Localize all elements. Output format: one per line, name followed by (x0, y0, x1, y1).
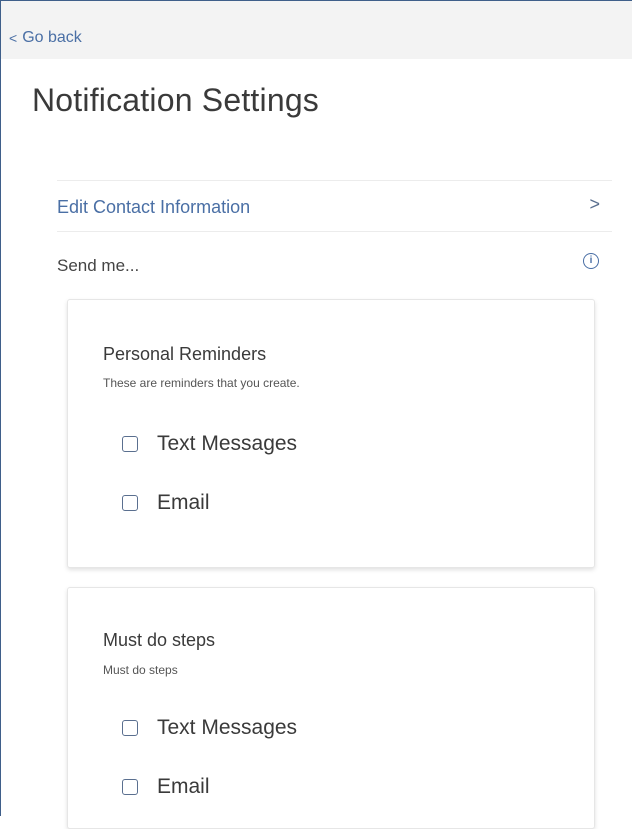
text-messages-option[interactable]: Text Messages (122, 432, 297, 456)
edit-contact-information-label: Edit Contact Information (57, 197, 251, 217)
card-description: Must do steps (103, 663, 178, 677)
send-me-label: Send me... (57, 256, 140, 275)
text-messages-option[interactable]: Text Messages (122, 716, 297, 740)
option-label: Email (157, 775, 210, 798)
chevron-left-icon: < (9, 30, 18, 46)
info-icon[interactable]: i (583, 253, 599, 269)
email-option[interactable]: Email (122, 775, 210, 799)
card-description: These are reminders that you create. (103, 376, 300, 390)
page-title: Notification Settings (32, 82, 320, 118)
option-label: Text Messages (157, 716, 298, 739)
text-messages-checkbox[interactable] (122, 436, 138, 452)
card-title: Personal Reminders (103, 344, 267, 364)
top-nav-bar: < Go back (1, 1, 632, 59)
personal-reminders-card: Personal Reminders These are reminders t… (67, 299, 595, 568)
chevron-right-icon: > (589, 194, 600, 214)
edit-contact-information-link[interactable]: Edit Contact Information > (57, 181, 612, 231)
must-do-steps-card: Must do steps Must do steps Text Message… (67, 587, 595, 829)
email-checkbox[interactable] (122, 495, 138, 511)
email-checkbox[interactable] (122, 779, 138, 795)
email-option[interactable]: Email (122, 491, 210, 515)
go-back-label: Go back (22, 29, 82, 46)
go-back-link[interactable]: < Go back (9, 29, 82, 47)
option-label: Email (157, 491, 210, 514)
card-title: Must do steps (103, 630, 216, 650)
text-messages-checkbox[interactable] (122, 720, 138, 736)
divider (57, 231, 612, 232)
option-label: Text Messages (157, 432, 298, 455)
